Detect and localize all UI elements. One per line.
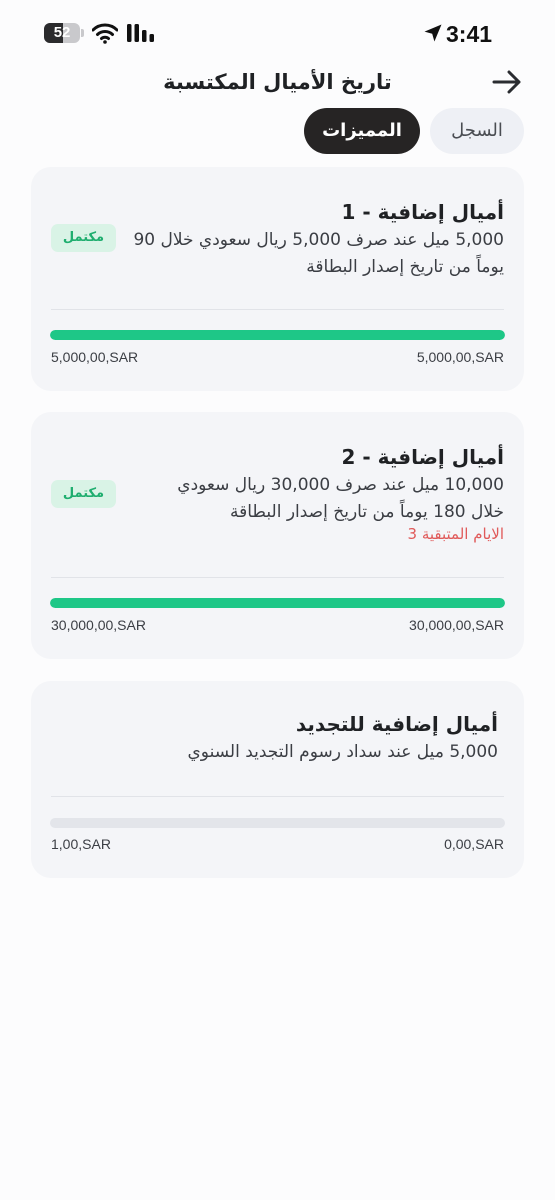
progress-bar [50,818,505,828]
divider [51,577,504,578]
card-description: 5,000 ميل عند سداد رسوم التجديد السنوي [187,742,499,762]
progress-fill [50,330,505,340]
status-bar: 52 3:41 [0,0,555,66]
card-title: أميال إضافية - 2 [341,445,504,469]
card-title: أميال إضافية للتجديد [295,712,498,736]
battery-body: 52 [44,23,81,43]
page-title: تاريخ الأميال المكتسبة [163,70,392,94]
status-badge: مكتمل [51,224,116,252]
card-title: أميال إضافية - 1 [341,200,504,224]
battery-tip [81,29,84,37]
amount-spent: 5,000,00,SAR [416,349,504,365]
location-arrow-icon [424,24,442,42]
amount-spent: 30,000,00,SAR [409,617,504,633]
divider [51,309,504,310]
status-time: 3:41 [446,21,493,47]
miles-card-2: أميال إضافية - 2 10,000 ميل عند صرف 30,0… [31,412,524,659]
remaining-days: الايام المتبقية 3 [407,525,504,543]
miles-card-1: أميال إضافية - 1 5,000 ميل عند صرف 5,000… [31,167,524,391]
amount-target: 30,000,00,SAR [51,617,146,633]
page-header: تاريخ الأميال المكتسبة [0,60,555,104]
battery-icon: 52 [44,22,84,44]
amount-target: 1,00,SAR [51,836,111,852]
amount-spent: 0,00,SAR [444,836,504,852]
cellular-signal-icon [127,24,154,42]
miles-card-renewal: أميال إضافية للتجديد 5,000 ميل عند سداد … [31,681,524,878]
battery-percentage: 52 [53,24,71,41]
tab-features[interactable]: المميزات [304,108,420,154]
tab-bar: السجل المميزات [0,106,555,156]
wifi-icon [92,23,118,44]
progress-bar [50,598,505,608]
card-description: 5,000 ميل عند صرف 5,000 ريال سعودي خلال … [133,230,504,277]
progress-fill [50,598,505,608]
arrow-icon[interactable] [490,66,524,98]
amount-target: 5,000,00,SAR [51,349,139,365]
progress-bar [50,330,505,340]
card-description: 10,000 ميل عند صرف 30,000 ريال سعودي خلا… [177,475,504,522]
tab-log[interactable]: السجل [430,108,524,154]
status-badge: مكتمل [51,480,116,508]
divider [51,796,504,797]
